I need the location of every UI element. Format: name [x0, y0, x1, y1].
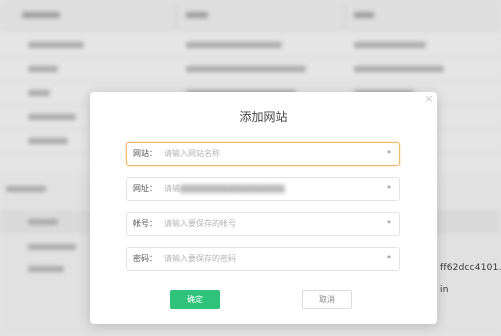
website-url-placeholder-text: 请输 — [164, 184, 180, 193]
website-url-placeholder: 请输▇▇▇▇▇▇▇▇▇▇▇▇▇▇▇▇▇ — [164, 183, 285, 194]
required-mark: * — [387, 219, 391, 228]
confirm-button[interactable]: 确定 — [170, 290, 220, 309]
website-name-placeholder: 请输入网站名称 — [164, 149, 220, 158]
password-placeholder: 请输入要保存的密码 — [164, 254, 236, 263]
account-placeholder: 请输入要保存的帐号 — [164, 219, 236, 228]
website-name-label: 网站： — [133, 149, 157, 158]
password-input[interactable]: 密码： 请输入要保存的密码 * — [126, 247, 400, 271]
close-icon[interactable]: × — [423, 93, 435, 105]
required-mark: * — [387, 149, 391, 158]
password-label: 密码： — [133, 254, 157, 263]
website-url-input[interactable]: 网址： 请输▇▇▇▇▇▇▇▇▇▇▇▇▇▇▇▇▇ * — [126, 177, 400, 201]
account-input[interactable]: 帐号： 请输入要保存的帐号 * — [126, 212, 400, 236]
add-website-dialog: × 添加网站 网站： 请输入网站名称 * 网址： 请输▇▇▇▇▇▇▇▇▇▇▇▇▇… — [90, 92, 437, 324]
required-mark: * — [387, 254, 391, 263]
account-label: 帐号： — [133, 219, 157, 228]
cancel-button[interactable]: 取消 — [302, 290, 352, 309]
redacted-placeholder: ▇▇▇▇▇▇▇▇▇▇▇▇▇▇▇▇▇ — [180, 184, 285, 193]
website-name-input[interactable]: 网站： 请输入网站名称 * — [126, 142, 400, 166]
website-url-label: 网址： — [133, 184, 157, 193]
dialog-title: 添加网站 — [239, 110, 288, 124]
required-mark: * — [387, 184, 391, 193]
